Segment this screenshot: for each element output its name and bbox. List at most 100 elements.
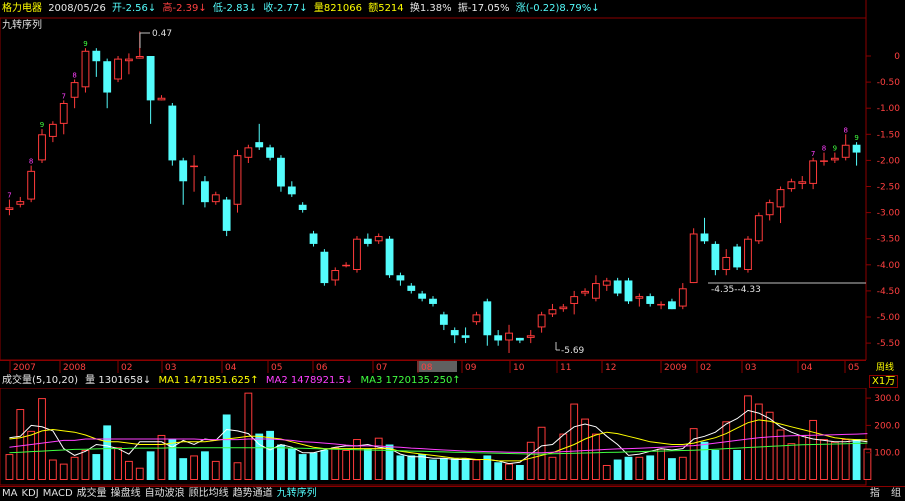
period-label[interactable]: 周线: [876, 361, 894, 373]
volume-bar: [418, 454, 427, 480]
price-chart[interactable]: 0 -0.50 -1.00 -1.50 -2.00 -2.50 -3.00 -3.50 -4.0…: [0, 0, 905, 372]
volume-bar: [809, 419, 818, 480]
volume-bar: [374, 437, 383, 480]
indicator-tab[interactable]: 趋势通道: [231, 487, 275, 500]
volume-bar: [494, 462, 503, 480]
candle: [385, 236, 394, 278]
volume-bar: [548, 456, 557, 480]
indicator-tab[interactable]: MACD: [41, 487, 75, 500]
candle: [581, 288, 589, 297]
candle: [266, 144, 274, 161]
volume-bar: [48, 459, 57, 481]
candle: [646, 293, 655, 307]
volume-bar: [852, 439, 861, 480]
volume-bar: [439, 458, 448, 480]
volume-ma1: MA1 1471851.625↑: [158, 375, 259, 386]
volume-bar: [222, 414, 231, 480]
volume-bar: [135, 467, 144, 480]
volume-bar: [505, 463, 513, 481]
nine-turn-marker: 9: [854, 134, 858, 142]
volume-bar: [450, 458, 459, 480]
volume-bar: [711, 449, 720, 480]
volume-bar: [320, 449, 329, 480]
candle: [124, 53, 133, 75]
candle: [494, 330, 503, 346]
indicator-tab[interactable]: MA: [0, 487, 19, 500]
volume-bar: [211, 460, 220, 480]
volume-bar: [798, 434, 807, 480]
nine-turn-marker: 9: [833, 145, 837, 153]
candle: [439, 311, 448, 331]
volume-chart[interactable]: 300.0 200.0 100.0: [0, 388, 905, 486]
time-tick-label: 02: [700, 363, 711, 373]
volume-bar: [776, 429, 785, 480]
group-tab[interactable]: 组: [891, 488, 901, 499]
candle: [624, 277, 633, 304]
candle: [570, 290, 579, 315]
candle: [450, 327, 459, 344]
volume-value: 量 1301658↓: [85, 375, 152, 386]
high-mark-label: 0.47: [152, 29, 172, 39]
candle: [190, 155, 198, 192]
volume-bar: [81, 449, 90, 481]
time-tick-label: 05: [848, 363, 859, 373]
candle: [320, 249, 329, 286]
volume-bar: [103, 425, 112, 480]
time-tick-label: 04: [801, 363, 813, 373]
volume-bar: [92, 454, 101, 480]
nine-turn-marker: 9: [40, 121, 44, 129]
time-tick-label: 03: [165, 363, 176, 373]
price-frame: [0, 17, 867, 361]
indicator-tab[interactable]: 顾比均线: [187, 487, 231, 500]
volume-bar: [233, 462, 242, 480]
indicator-tab[interactable]: 成交量: [75, 487, 109, 500]
indicator-tab[interactable]: 九转序列: [275, 487, 319, 500]
time-tick-label: 04: [225, 363, 237, 373]
indicator-tab[interactable]: KDJ: [19, 487, 40, 500]
candle: [146, 56, 155, 124]
volume-bars: [5, 392, 872, 481]
volume-bar: [700, 441, 709, 480]
volume-tick-label: 200.0: [874, 421, 900, 431]
candle: [678, 283, 687, 310]
indicator-tabs: MA KDJ MACD 成交量 操盘线 自动波浪 顾比均线 趋势通道 九转序列: [0, 486, 905, 501]
low-mark-label: -5.69: [561, 346, 585, 356]
indicator-tab[interactable]: 自动波浪: [143, 487, 187, 500]
candle: [38, 129, 46, 164]
candle: [233, 149, 242, 213]
volume-bar: [27, 430, 36, 480]
volume-bar: [255, 433, 264, 480]
volume-bar: [787, 443, 796, 480]
volume-bar: [559, 433, 568, 480]
candle: [548, 303, 557, 317]
price-axis: 0 -0.50 -1.00 -1.50 -2.00 -2.50 -3.00 -3.50 -4.0…: [866, 52, 900, 349]
candle: [255, 123, 264, 150]
candle: [429, 296, 437, 307]
candle: [287, 181, 296, 197]
candle: [787, 178, 796, 192]
candle: [103, 58, 112, 109]
candle: [711, 241, 720, 276]
volume-bar: [635, 456, 644, 480]
volume-bar: [70, 456, 79, 480]
time-tick-label: 12: [605, 363, 616, 373]
candle: [602, 277, 611, 291]
volume-bar: [201, 451, 209, 480]
time-tick-label: 2007: [13, 363, 36, 373]
index-tab[interactable]: 指: [870, 488, 880, 499]
indicator-tab[interactable]: 操盘线: [109, 487, 143, 500]
volume-bar: [472, 459, 481, 481]
candle: [59, 100, 68, 135]
candle: [244, 144, 253, 164]
candle: [179, 157, 188, 205]
time-tick-label: 07: [376, 363, 387, 373]
nine-turn-marker: 9: [83, 40, 87, 48]
price-grid: [0, 0, 867, 372]
candle: [353, 236, 361, 273]
candle: [277, 155, 285, 192]
price-tick-label: -2.50: [877, 183, 901, 193]
volume-bar: [515, 464, 524, 480]
volume-tick-label: 100.0: [874, 449, 900, 459]
candle: [407, 283, 416, 294]
candle: [48, 121, 57, 143]
